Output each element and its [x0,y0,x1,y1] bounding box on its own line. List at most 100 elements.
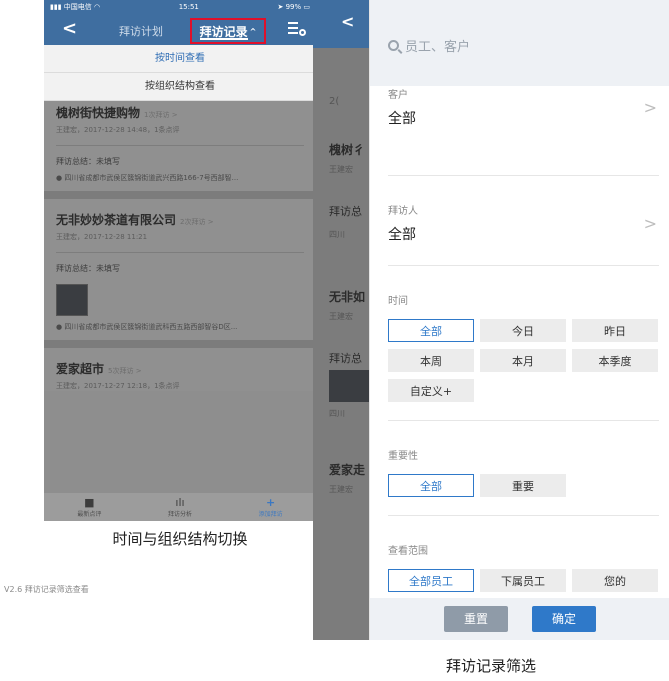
fragment: 拜访总 [329,352,362,365]
wifi-icon: ◠ [94,3,101,11]
tab-label: 最新点评 [77,511,102,518]
tab-visit-record-label: 拜访记录 [199,24,248,39]
bottom-tab-bar: ■ 最新点评 ılı 拜访分析 + 添加拜访 [44,493,316,521]
scope-label: 查看范围 [388,546,428,557]
visit-location: 四川省成都市武侯区簇锦街道武科西五路西部智谷D区... [64,323,238,331]
visit-meta: 王建宏，2017-12-27 12:18，1条点评 [56,382,180,390]
dimmed-list-background: < 2( 槐树彳 王建宏 拜访总 四川 无非如 王建宏 拜访总 四川 爱家走 王… [313,0,369,640]
importance-label: 重要性 [388,451,418,462]
fragment: 四川 [329,230,345,239]
signal-icon: ▮▮▮ [50,3,62,11]
tab-visit-record[interactable]: 拜访记录 ^ [190,18,266,44]
visit-photo-thumbnail [329,370,369,402]
visitor-label: 拜访人 [388,206,418,217]
visit-record-list: 槐树街快捷购物 1次拜访 > 王建宏，2017-12-28 14:48，1条点评 … [44,101,316,391]
customer-label: 客户 [388,90,408,101]
status-time: 15:51 [178,3,199,11]
time-option-this-week[interactable]: 本周 [388,349,474,372]
search-placeholder: 员工、客户 [405,40,471,55]
time-option-yesterday[interactable]: 昨日 [572,319,658,342]
comment-icon: ■ [84,496,95,509]
location-pin-icon: ● [56,323,63,331]
visitor-value: 全部 [388,227,416,243]
time-option-custom[interactable]: 自定义+ [388,379,474,402]
customer-name: 爱家超市 [56,362,105,376]
tab-visit-analysis[interactable]: ılı 拜访分析 [168,496,192,518]
location-arrow-icon: ➤ [277,3,284,11]
importance-option-important[interactable]: 重要 [480,474,566,497]
tab-label: 拜访分析 [167,511,192,518]
fragment: 拜访总 [329,205,362,218]
fragment: 无非如 [329,290,366,304]
filter-actions: 重置 确定 [370,598,669,640]
search-input[interactable]: 员工、客户 [388,36,651,55]
view-mode-dropdown: 按时间查看 按组织结构查看 [44,45,316,101]
tab-latest-comments[interactable]: ■ 最新点评 [77,496,101,518]
caption-time-org-switch: 时间与组织结构切换 [112,530,248,548]
tab-visit-plan[interactable]: 拜访计划 [119,23,163,39]
chevron-right-icon: > [643,98,657,117]
list-item[interactable]: 槐树街快捷购物 1次拜访 > 王建宏，2017-12-28 14:48，1条点评 … [44,101,316,191]
time-label: 时间 [388,296,408,307]
time-option-this-month[interactable]: 本月 [480,349,566,372]
left-phone-screenshot: ▮▮▮ 中国电信 ◠ 15:51 ➤ 99% ▭ < 拜访计划 拜访记录 ^ 按时… [44,0,316,521]
scope-option-all-staff[interactable]: 全部员工 [388,569,474,592]
visit-count[interactable]: 5次拜访 > [108,367,142,375]
visit-count[interactable]: 1次拜访 > [144,111,178,119]
time-options: 全部 今日 昨日 本周 本月 本季度 自定义+ [388,319,659,420]
customer-name: 无非妙妙茶道有限公司 [56,213,177,227]
back-icon[interactable]: < [313,0,369,48]
status-bar: ▮▮▮ 中国电信 ◠ 15:51 ➤ 99% ▭ [44,0,316,14]
reset-button[interactable]: 重置 [444,606,508,632]
visit-summary: 拜访总结：未填写 [56,252,304,280]
visit-meta: 王建宏，2017-12-28 11:21 [56,233,148,241]
fragment: 王建宏 [329,165,353,174]
tab-add-visit[interactable]: + 添加拜访 [259,496,283,518]
visit-meta: 王建宏，2017-12-28 14:48，1条点评 [56,126,180,134]
time-option-all[interactable]: 全部 [388,319,474,342]
version-note: V2.6 拜访记录筛选查看 [4,585,89,594]
visit-count[interactable]: 2次拜访 > [180,218,214,226]
filter-search-icon[interactable] [288,22,306,36]
importance-filter-section: 重要性 全部 重要 [388,421,659,516]
fragment: 槐树彳 [329,143,366,157]
visit-summary: 拜访总结：未填写 [56,145,304,173]
visitor-filter-row[interactable]: 拜访人 全部 > [388,176,659,266]
list-item[interactable]: 无非妙妙茶道有限公司 2次拜访 > 王建宏，2017-12-28 11:21 拜访… [44,199,316,340]
view-by-time-option[interactable]: 按时间查看 [44,45,316,73]
carrier-label: 中国电信 [63,3,92,11]
back-icon[interactable]: < [62,18,77,39]
view-by-org-option[interactable]: 按组织结构查看 [44,73,316,101]
chevron-right-icon: > [643,214,657,233]
fragment: 2( [329,96,340,107]
scope-option-subordinates[interactable]: 下属员工 [480,569,566,592]
scope-filter-section: 查看范围 全部员工 下属员工 您的 [388,516,659,610]
time-option-today[interactable]: 今日 [480,319,566,342]
fragment: 四川 [329,409,345,418]
customer-filter-row[interactable]: 客户 全部 > [388,86,659,176]
confirm-button[interactable]: 确定 [532,606,596,632]
visit-location: 四川省成都市武侯区簇锦街道武兴西路166-7号西部智... [64,174,239,182]
customer-value: 全部 [388,111,416,127]
fragment: 爱家走 [329,463,366,477]
divider [44,191,316,199]
visit-photo-thumbnail[interactable] [56,284,88,316]
battery-label: 99% [285,3,302,11]
tab-label: 添加拜访 [258,511,283,518]
time-option-this-quarter[interactable]: 本季度 [572,349,658,372]
importance-options: 全部 重要 [388,474,659,515]
tab-underline [200,38,248,40]
list-item[interactable]: 爱家超市 5次拜访 > 王建宏，2017-12-27 12:18，1条点评 [44,348,316,391]
filter-panel: 员工、客户 客户 全部 > 拜访人 全部 > 时间 全部 今日 昨日 本周 本月… [369,0,669,640]
divider [44,340,316,348]
battery-icon: ▭ [303,3,310,11]
time-filter-section: 时间 全部 今日 昨日 本周 本月 本季度 自定义+ [388,266,659,421]
bar-chart-icon: ılı [175,496,185,509]
nav-bar: < 拜访计划 拜访记录 ^ [44,14,316,45]
search-bar: 员工、客户 [370,0,669,86]
scope-option-mine[interactable]: 您的 [572,569,658,592]
customer-name: 槐树街快捷购物 [56,106,141,120]
location-pin-icon: ● [56,174,63,182]
importance-option-all[interactable]: 全部 [388,474,474,497]
caption-visit-record-filter: 拜访记录筛选 [445,657,536,675]
